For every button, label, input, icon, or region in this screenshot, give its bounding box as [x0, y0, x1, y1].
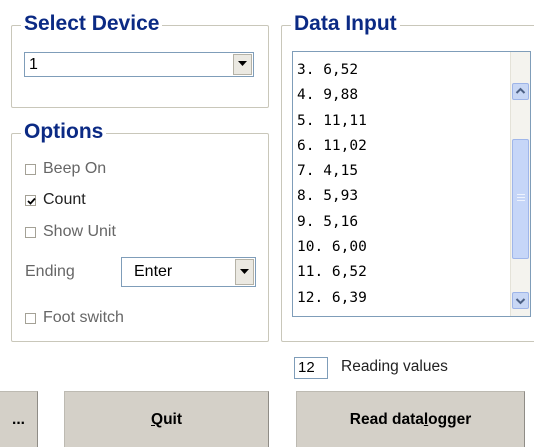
scroll-down-button[interactable]	[512, 292, 529, 309]
vertical-scrollbar[interactable]	[510, 52, 530, 316]
data-line: 11. 6,52	[297, 264, 367, 281]
read-datalogger-label: Read datalogger	[350, 411, 471, 429]
chevron-down-icon	[238, 61, 247, 66]
more-button[interactable]: ...	[0, 391, 38, 447]
ending-select-value: Enter	[134, 263, 173, 280]
quit-button[interactable]: Quit	[64, 391, 269, 447]
show-unit-label: Show Unit	[43, 223, 116, 240]
reading-values-label: Reading values	[341, 358, 448, 375]
chevron-down-icon	[240, 269, 249, 274]
foot-switch-label: Foot switch	[43, 309, 124, 326]
ending-label: Ending	[25, 263, 75, 280]
data-line: 12. 6,39	[297, 289, 367, 306]
data-input-title: Data Input	[291, 12, 400, 36]
data-line: 6. 11,02	[297, 137, 367, 154]
data-line: 4. 9,88	[297, 87, 359, 104]
quit-mnemonic: Q	[151, 410, 164, 428]
device-select-value: 1	[29, 56, 38, 73]
more-button-label: ...	[12, 410, 25, 428]
scroll-thumb[interactable]	[512, 139, 529, 259]
chevron-down-icon	[515, 298, 526, 305]
data-line: 8. 5,93	[297, 188, 359, 205]
scroll-up-button[interactable]	[512, 83, 529, 100]
device-select[interactable]: 1	[24, 52, 254, 77]
reading-count-value: 12	[298, 359, 315, 376]
count-label: Count	[43, 191, 86, 208]
beep-on-label: Beep On	[43, 160, 107, 177]
beep-on-checkbox[interactable]: Beep On	[25, 159, 106, 179]
data-line: 9. 5,16	[297, 213, 359, 230]
data-line: 3. 6,52	[297, 62, 359, 78]
scroll-grip	[517, 197, 525, 198]
quit-rest: uit	[163, 410, 182, 428]
read-pre: Read data	[349, 410, 424, 428]
reading-count-field[interactable]: 12	[294, 357, 328, 379]
checkmark-icon	[27, 197, 36, 205]
foot-switch-checkbox[interactable]: Foot switch	[25, 308, 124, 328]
count-checkbox[interactable]: Count	[25, 190, 86, 210]
select-device-title: Select Device	[21, 12, 163, 36]
data-line: 5. 11,11	[297, 112, 367, 129]
ending-dropdown-button[interactable]	[235, 259, 254, 285]
chevron-up-icon	[515, 87, 526, 94]
options-title: Options	[21, 120, 107, 144]
show-unit-checkbox[interactable]: Show Unit	[25, 222, 116, 242]
ending-select[interactable]: Enter	[121, 257, 256, 287]
read-post: ogger	[428, 410, 472, 428]
foot-switch-box[interactable]	[25, 312, 36, 324]
quit-button-label: Quit	[151, 411, 182, 429]
data-line: 7. 4,15	[297, 163, 359, 180]
show-unit-box[interactable]	[25, 226, 36, 238]
count-box[interactable]	[25, 194, 36, 206]
data-lines: 3. 6,52 4. 9,88 5. 11,11 6. 11,02 7. 4,1…	[297, 58, 367, 311]
scroll-grip	[517, 194, 525, 195]
data-input-textarea[interactable]: 3. 6,52 4. 9,88 5. 11,11 6. 11,02 7. 4,1…	[292, 51, 531, 317]
data-line: 10. 6,00	[297, 239, 367, 256]
device-dropdown-button[interactable]	[233, 54, 252, 75]
read-datalogger-button[interactable]: Read datalogger	[296, 391, 525, 447]
scroll-grip	[517, 200, 525, 201]
beep-on-box[interactable]	[25, 163, 36, 175]
